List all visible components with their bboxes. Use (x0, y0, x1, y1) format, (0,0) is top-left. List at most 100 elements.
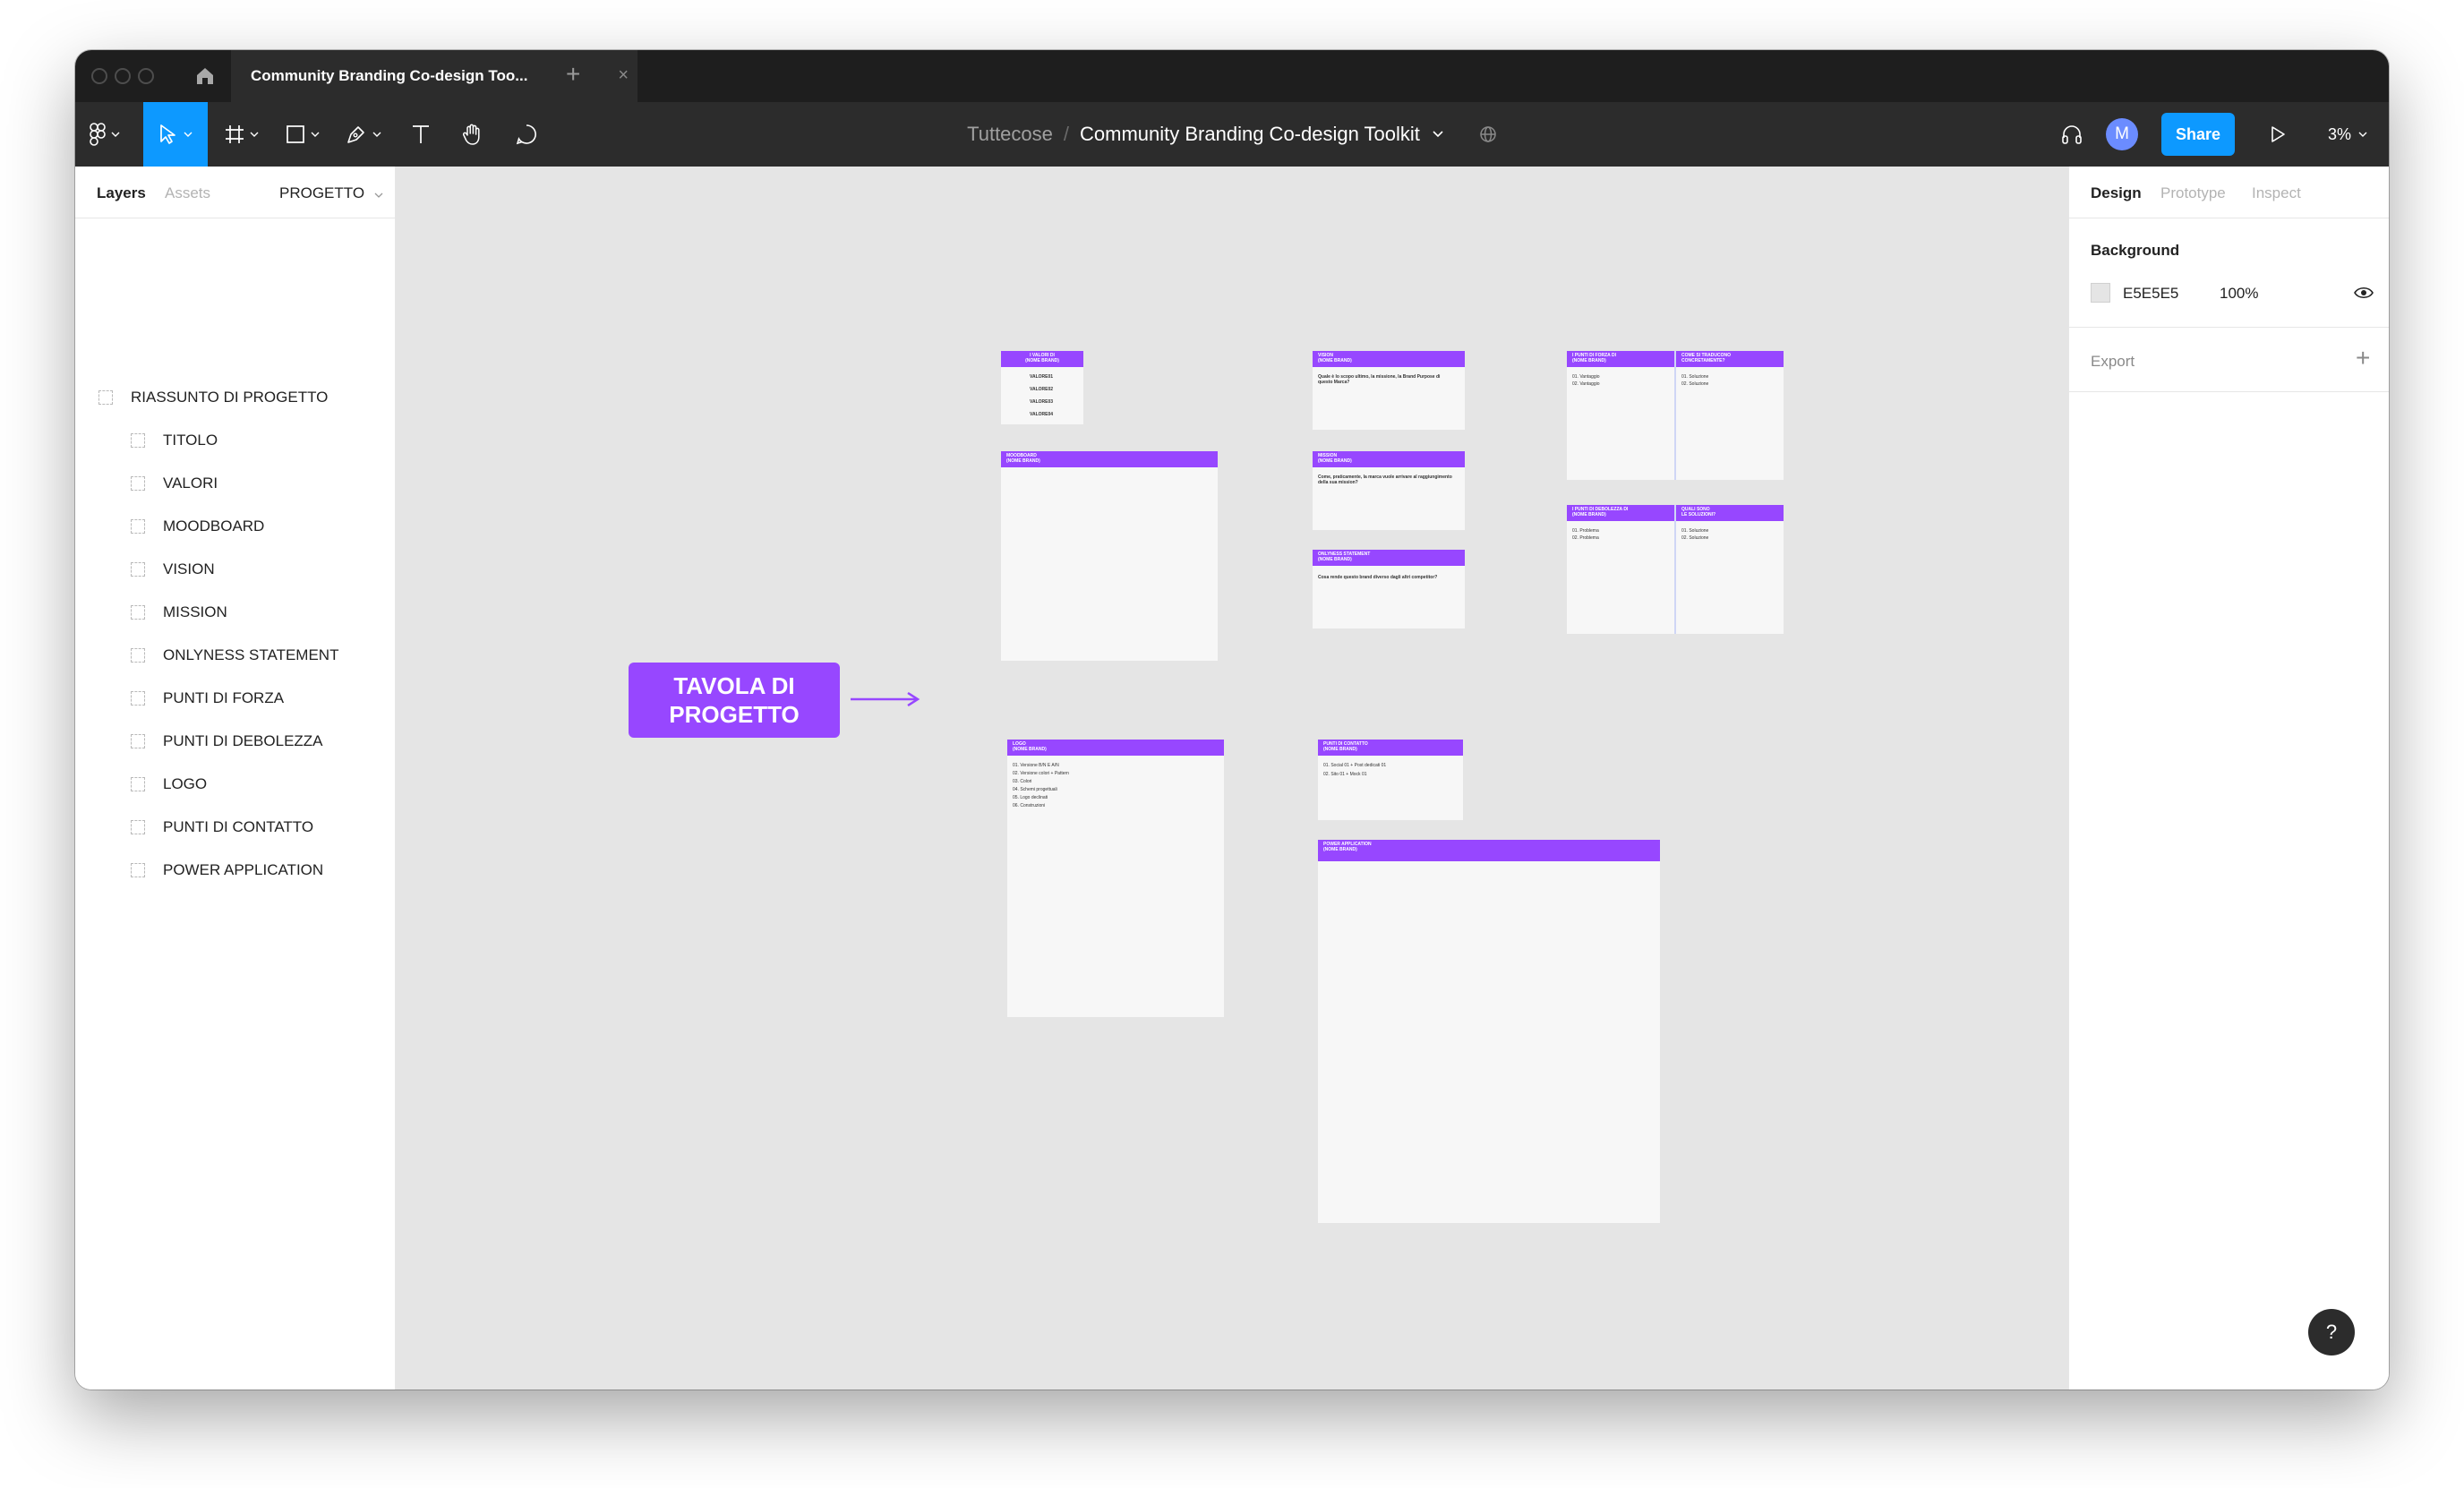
main-menu-button[interactable] (75, 102, 134, 167)
pen-tool-button[interactable] (338, 102, 389, 167)
tab-prototype[interactable]: Prototype (2160, 184, 2226, 202)
page-selector[interactable]: PROGETTO (279, 184, 383, 202)
left-panel-tabs: Layers Assets PROGETTO (75, 167, 395, 218)
home-icon[interactable] (193, 64, 217, 88)
user-avatar[interactable]: M (2106, 118, 2138, 150)
file-menu-chevron-icon[interactable] (1433, 131, 1443, 138)
frame-logo-header: LOGO (NOME BRAND) (1007, 740, 1224, 756)
layer-item[interactable]: POWER APPLICATION (131, 861, 323, 879)
comment-tool-button[interactable] (509, 102, 544, 167)
layer-label: LOGO (163, 775, 208, 792)
canvas[interactable]: I VALORI DI (NOME BRAND) VALORE01 VALORE… (396, 167, 2068, 1390)
layer-item[interactable]: PUNTI DI DEBOLEZZA (131, 732, 323, 750)
layer-item[interactable]: VISION (131, 560, 215, 578)
zoom-control[interactable]: 3% (2328, 102, 2367, 167)
layer-item[interactable]: VALORI (131, 475, 218, 492)
present-button[interactable] (2260, 102, 2296, 167)
close-window-button[interactable] (91, 68, 107, 84)
cursor-icon (160, 124, 175, 144)
headphones-icon (2062, 125, 2082, 144)
tab-close-icon[interactable]: × (618, 66, 629, 84)
column-divider (1674, 505, 1676, 634)
background-color-swatch[interactable] (2091, 283, 2110, 303)
frame-power-application[interactable]: POWER APPLICATION (NOME BRAND) (1318, 840, 1660, 1223)
tab-inspect[interactable]: Inspect (2252, 184, 2301, 202)
hand-icon (462, 124, 480, 145)
frame-line: 05. Logo declinati (1013, 795, 1048, 800)
globe-icon[interactable] (1479, 125, 1497, 143)
frame-line: VALORE01 (1030, 374, 1054, 380)
layer-label: MOODBOARD (163, 517, 265, 534)
breadcrumb-file-name[interactable]: Community Branding Co-design Toolkit (1080, 123, 1420, 146)
frame-vision[interactable]: VISION (NOME BRAND) Quale è lo scopo ult… (1313, 351, 1465, 430)
frame-punti-di-contatto[interactable]: PUNTI DI CONTATTO (NOME BRAND) 01. Socia… (1318, 740, 1463, 820)
frame-layer-icon (131, 605, 145, 620)
frame-layer-icon (131, 519, 145, 534)
breadcrumb-team[interactable]: Tuttecose (967, 123, 1053, 146)
frame-line: 02. Problema (1572, 535, 1599, 541)
new-tab-button[interactable]: + (566, 61, 580, 88)
frame-line: 01. Versione B/N E A/N (1013, 763, 1059, 768)
frame-moodboard[interactable]: MOODBOARD (NOME BRAND) (1001, 451, 1218, 661)
design-panel: Design Prototype Inspect Background E5E5… (2068, 167, 2389, 1390)
tavola-di-progetto-label[interactable]: TAVOLA DI PROGETTO (629, 663, 840, 738)
layer-item[interactable]: RIASSUNTO DI PROGETTO (98, 389, 328, 406)
move-tool-button[interactable] (143, 102, 208, 167)
text-tool-button[interactable] (403, 102, 439, 167)
minimize-window-button[interactable] (115, 68, 131, 84)
frame-punti-di-forza[interactable]: I PUNTI DI FORZA DI (NOME BRAND) COME SI… (1567, 351, 1784, 480)
add-export-button[interactable]: + (2356, 346, 2370, 371)
frame-debolezza-title-right: QUALI SONO LE SOLUZIONI? (1681, 507, 1716, 517)
frame-mission[interactable]: MISSION (NOME BRAND) Come, praticamente,… (1313, 451, 1465, 530)
maximize-window-button[interactable] (138, 68, 154, 84)
frame-line: VALORE02 (1030, 387, 1054, 392)
background-hex-input[interactable]: E5E5E5 (2123, 285, 2178, 303)
frame-logo[interactable]: LOGO (NOME BRAND) 01. Versione B/N E A/N… (1007, 740, 1224, 1017)
frame-line: 04. Schemi progettuali (1013, 787, 1057, 792)
frame-layer-icon (131, 433, 145, 448)
frame-tool-button[interactable] (217, 102, 267, 167)
frame-onlyness-header: ONLYNESS STATEMENT (NOME BRAND) (1313, 550, 1465, 566)
frame-line: Quale è lo scopo ultimo, la missione, la… (1318, 374, 1441, 385)
eye-icon[interactable] (2354, 285, 2374, 301)
frame-valori[interactable]: I VALORI DI (NOME BRAND) VALORE01 VALORE… (1001, 351, 1083, 424)
frame-contatto-header: PUNTI DI CONTATTO (NOME BRAND) (1318, 740, 1463, 756)
tab-layers[interactable]: Layers (97, 184, 146, 202)
background-opacity-input[interactable]: 100% (2220, 285, 2258, 303)
frame-forza-title-left: I PUNTI DI FORZA DI (NOME BRAND) (1572, 353, 1616, 363)
hand-tool-button[interactable] (455, 102, 491, 167)
breadcrumb-separator: / (1063, 123, 1070, 145)
tab-assets[interactable]: Assets (165, 184, 210, 202)
share-button[interactable]: Share (2161, 113, 2235, 156)
frame-line: 03. Colori (1013, 779, 1032, 784)
shape-tool-button[interactable] (278, 102, 328, 167)
layer-item[interactable]: ONLYNESS STATEMENT (131, 646, 338, 664)
layer-item[interactable]: MISSION (131, 603, 227, 621)
frame-layer-icon (131, 562, 145, 577)
app-window: Community Branding Co-design Too... × + … (75, 50, 2389, 1390)
layer-item[interactable]: TITOLO (131, 432, 218, 449)
layer-label: VISION (163, 560, 215, 577)
layer-item[interactable]: PUNTI DI CONTATTO (131, 818, 313, 836)
zoom-chevron-icon (2358, 132, 2367, 137)
label-line-2: PROGETTO (669, 701, 800, 728)
audio-button[interactable] (2054, 102, 2090, 167)
frame-line: 01. Vantaggio (1572, 374, 1600, 380)
frame-line: Come, praticamente, la marca vuole arriv… (1318, 475, 1452, 485)
frame-line: VALORE03 (1030, 399, 1054, 405)
tab-design[interactable]: Design (2091, 184, 2142, 202)
help-button[interactable]: ? (2308, 1309, 2355, 1355)
frame-line: VALORE04 (1030, 412, 1054, 417)
frame-layer-icon (131, 777, 145, 791)
layer-item[interactable]: LOGO (131, 775, 207, 793)
layer-label: PUNTI DI CONTATTO (163, 818, 314, 835)
frame-onlyness[interactable]: ONLYNESS STATEMENT (NOME BRAND) Cosa ren… (1313, 550, 1465, 629)
frame-line: 02. Soluzione (1681, 381, 1709, 387)
right-panel-tabs: Design Prototype Inspect (2069, 167, 2389, 218)
frame-debolezza-title-left: I PUNTI DI DEBOLEZZA DI (NOME BRAND) (1572, 507, 1629, 517)
frame-punti-di-debolezza[interactable]: I PUNTI DI DEBOLEZZA DI (NOME BRAND) QUA… (1567, 505, 1784, 634)
layer-item[interactable]: PUNTI DI FORZA (131, 689, 284, 707)
label-line-1: TAVOLA DI (673, 672, 795, 699)
export-label: Export (2091, 353, 2135, 370)
layer-item[interactable]: MOODBOARD (131, 517, 264, 535)
